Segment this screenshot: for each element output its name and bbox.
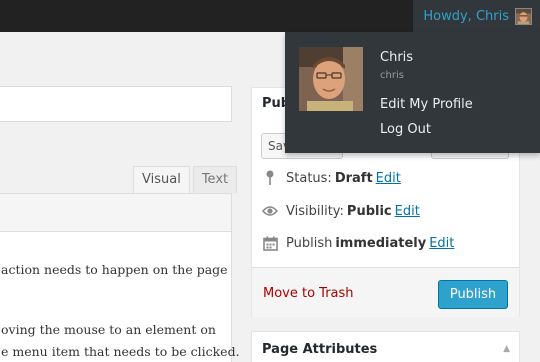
schedule-value: immediately	[335, 235, 427, 251]
user-login-name: chris	[380, 70, 404, 81]
status-label: Status:	[286, 170, 332, 186]
editor-text-line: oving the mouse to an element on	[1, 322, 216, 337]
log-out-link[interactable]: Log Out	[380, 122, 431, 137]
editor-toolbar	[0, 194, 231, 232]
schedule-label: Publish	[286, 235, 333, 251]
edit-status-link[interactable]: Edit	[376, 171, 401, 186]
editor-text-line: action needs to happen on the page	[1, 262, 228, 277]
avatar[interactable]	[299, 47, 363, 111]
publish-actions: Move to Trash Publish	[252, 267, 519, 317]
admin-bar: Howdy, Chris	[0, 0, 540, 32]
visibility-label: Visibility:	[286, 203, 344, 219]
edit-visibility-link[interactable]: Edit	[395, 204, 420, 219]
move-to-trash-link[interactable]: Move to Trash	[263, 286, 354, 301]
editor-text-line: e menu item that needs to be clicked.	[1, 344, 240, 359]
schedule-row: Publish immediately Edit	[262, 235, 454, 251]
user-display-name[interactable]: Chris	[380, 50, 413, 65]
visibility-row: Visibility: Public Edit	[262, 203, 420, 219]
edit-schedule-link[interactable]: Edit	[429, 236, 454, 251]
tab-text[interactable]: Text	[192, 166, 238, 193]
status-row: Status: Draft Edit	[262, 170, 401, 186]
post-title-input[interactable]	[0, 86, 232, 122]
triangle-up-icon[interactable]: ▲	[503, 344, 510, 354]
pin-icon	[262, 170, 278, 186]
status-value: Draft	[334, 170, 373, 186]
tab-visual[interactable]: Visual	[133, 166, 190, 193]
editor-tabs: Visual Text	[130, 166, 238, 193]
publish-button[interactable]: Publish	[438, 280, 508, 309]
eye-icon	[262, 203, 278, 219]
calendar-icon	[262, 235, 278, 251]
howdy-label[interactable]: Howdy, Chris	[423, 9, 509, 24]
page-attributes-title: Page Attributes	[262, 342, 378, 357]
user-account-dropdown: Chris chris Edit My Profile Log Out	[285, 32, 540, 153]
my-account-menu[interactable]: Howdy, Chris	[413, 0, 540, 32]
visibility-value: Public	[346, 203, 392, 219]
user-avatar-small[interactable]	[515, 7, 532, 25]
page-attributes-box: Page Attributes ▲	[251, 331, 520, 362]
edit-profile-link[interactable]: Edit My Profile	[380, 97, 473, 112]
editor-content-area[interactable]: action needs to happen on the page oving…	[0, 193, 240, 362]
